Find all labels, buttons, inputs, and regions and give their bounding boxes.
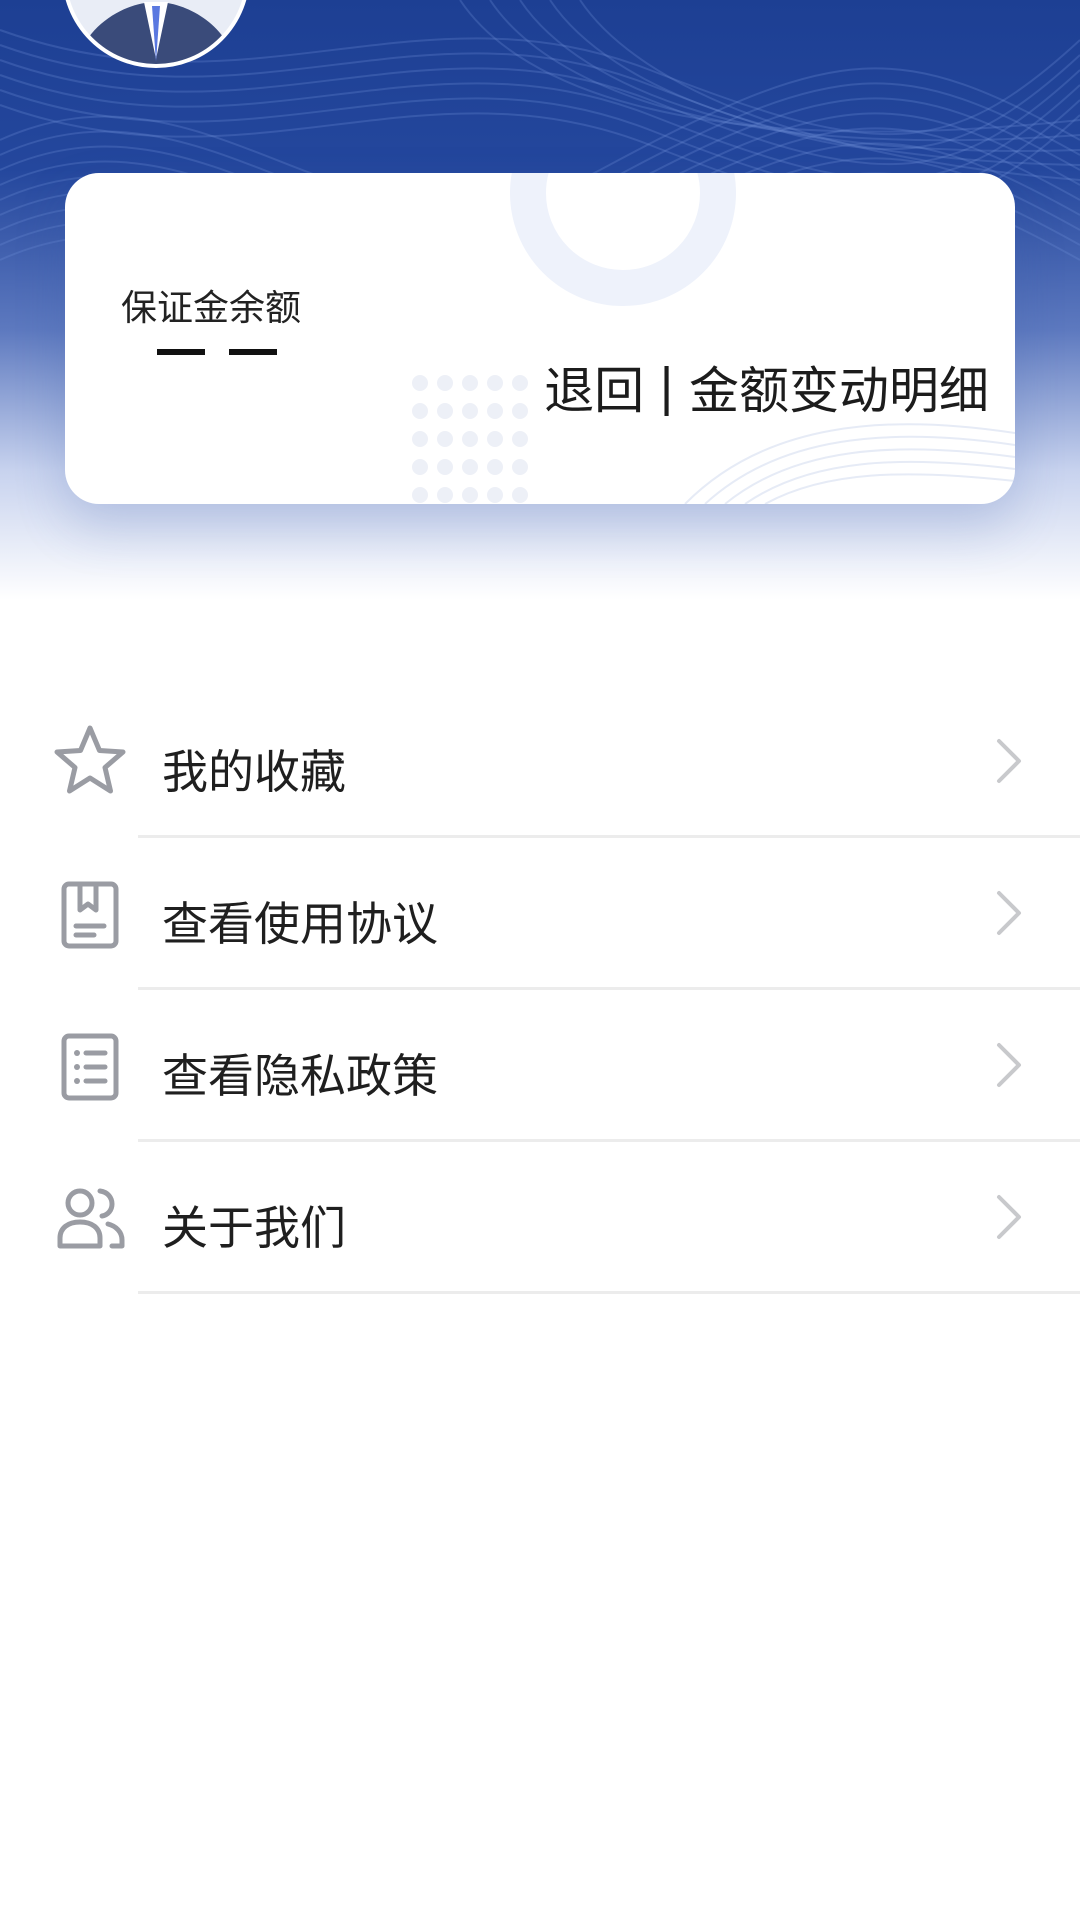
card-actions: 退回 | 金额变动明细 bbox=[544, 351, 989, 423]
chevron-right-icon bbox=[997, 1195, 1021, 1239]
menu-item-user-agreement[interactable]: 查看使用协议 bbox=[0, 838, 1080, 990]
settings-menu: 我的收藏 查看使用协议 查看隐私政策 关于我们 bbox=[0, 686, 1080, 1294]
menu-item-about-us[interactable]: 关于我们 bbox=[0, 1142, 1080, 1294]
chevron-right-icon bbox=[997, 1043, 1021, 1087]
actions-separator: | bbox=[658, 358, 675, 416]
refund-link[interactable]: 退回 bbox=[544, 351, 644, 423]
star-icon bbox=[54, 725, 126, 794]
menu-item-label: 查看隐私政策 bbox=[162, 1049, 438, 1103]
menu-item-label: 我的收藏 bbox=[162, 745, 346, 799]
deposit-balance-placeholder bbox=[157, 349, 277, 355]
menu-item-label: 关于我们 bbox=[162, 1201, 346, 1255]
menu-item-favorites[interactable]: 我的收藏 bbox=[0, 686, 1080, 838]
amount-details-link[interactable]: 金额变动明细 bbox=[689, 351, 989, 423]
deposit-balance-card: 保证金余额 退回 | 金额变动明细 bbox=[65, 173, 1015, 504]
list-document-icon bbox=[61, 1033, 119, 1101]
dash-mark bbox=[157, 349, 205, 355]
users-icon bbox=[57, 1188, 125, 1249]
deposit-balance-title: 保证金余额 bbox=[121, 288, 302, 329]
menu-item-label: 查看使用协议 bbox=[162, 897, 438, 951]
card-decoration bbox=[412, 173, 1015, 504]
bookmark-document-icon bbox=[61, 881, 119, 949]
chevron-right-icon bbox=[997, 891, 1021, 935]
dash-mark bbox=[229, 349, 277, 355]
menu-item-privacy-policy[interactable]: 查看隐私政策 bbox=[0, 990, 1080, 1142]
menu-divider bbox=[138, 1291, 1080, 1294]
chevron-right-icon bbox=[997, 739, 1021, 783]
